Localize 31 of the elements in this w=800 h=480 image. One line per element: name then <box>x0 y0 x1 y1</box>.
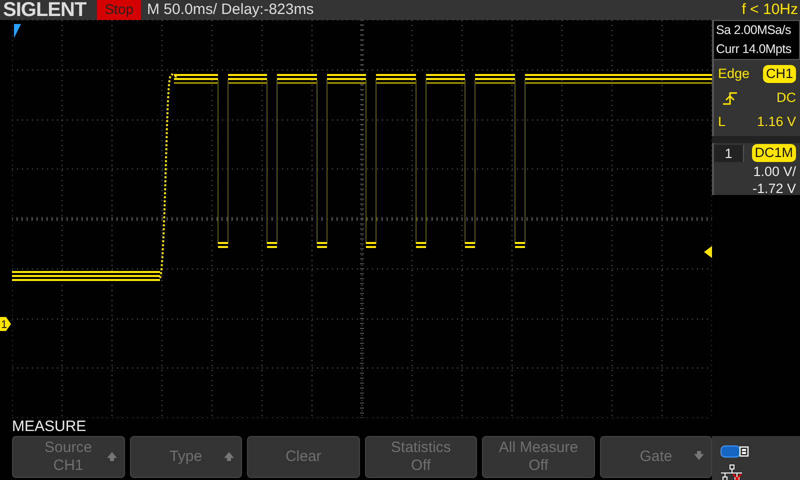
menu-softkey[interactable]: All Measure Off <box>482 436 595 478</box>
menu-softkey[interactable]: Source CH1 <box>12 436 125 478</box>
vertical-scale: 1.00 V/ <box>752 163 796 180</box>
vertical-offset: -1.72 V <box>751 180 796 197</box>
menu-title: MEASURE <box>12 418 86 435</box>
timebase-readout: M 50.0ms/ Delay:-823ms <box>147 0 314 20</box>
rising-edge-icon <box>722 91 738 105</box>
menu-softkey[interactable]: Statistics Off <box>364 436 478 478</box>
menu-softkey[interactable]: Type <box>130 436 242 478</box>
up-arrow-icon <box>106 450 118 462</box>
run-state-indicator[interactable]: Stop <box>97 0 141 20</box>
trigger-frequency: f < 10Hz <box>742 0 799 20</box>
menu-softkey[interactable]: Clear <box>247 436 360 478</box>
trigger-type: Edge <box>718 65 750 83</box>
channel-coupling: DC1M <box>752 144 796 162</box>
down-arrow-icon <box>693 450 706 462</box>
memory-depth: Curr 14.0Mpts <box>716 41 792 58</box>
brand-logo: SIGLENT <box>2 0 88 20</box>
menu-softkey[interactable]: Gate <box>600 436 712 478</box>
trigger-level-label: L <box>718 113 726 131</box>
trigger-coupling: DC <box>776 89 796 107</box>
trigger-level-marker <box>704 246 712 258</box>
network-disconnected-icon <box>720 464 744 480</box>
trigger-source: CH1 <box>762 65 796 83</box>
trigger-level: 1.16 V <box>756 113 796 131</box>
trigger-position-marker <box>14 24 21 38</box>
up-arrow-icon <box>223 450 236 462</box>
channel-tab[interactable]: 1 <box>714 144 744 162</box>
usb-icon <box>720 444 750 460</box>
sample-rate: Sa 2.00MSa/s <box>716 22 792 39</box>
channel-marker: 1 <box>0 316 12 332</box>
